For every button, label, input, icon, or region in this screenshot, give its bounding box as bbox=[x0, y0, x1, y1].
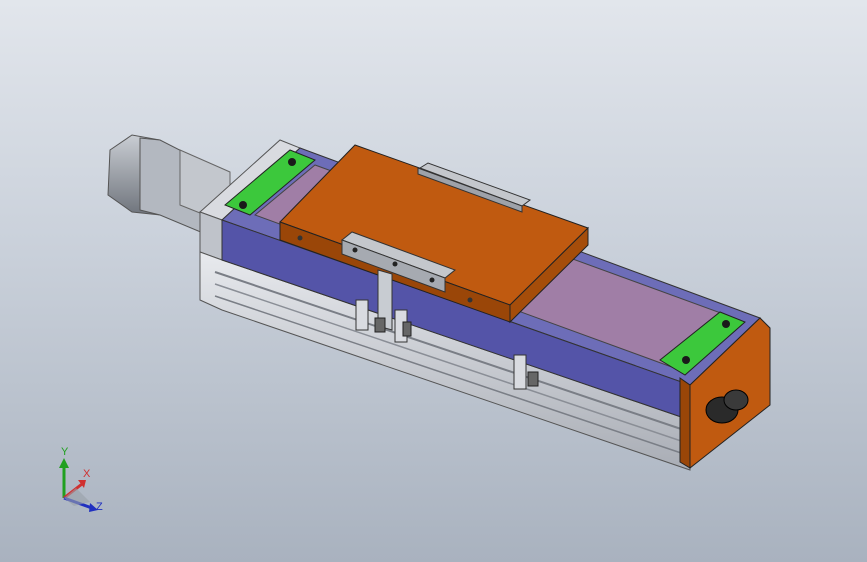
cad-viewport[interactable] bbox=[0, 0, 867, 562]
x-axis-label: X bbox=[83, 468, 91, 480]
z-axis-label: Z bbox=[96, 501, 103, 513]
orientation-triad: Y X Z bbox=[59, 446, 103, 513]
y-axis-arrow bbox=[59, 458, 69, 468]
triad-plane bbox=[64, 488, 90, 506]
y-axis-label: Y bbox=[61, 446, 69, 458]
